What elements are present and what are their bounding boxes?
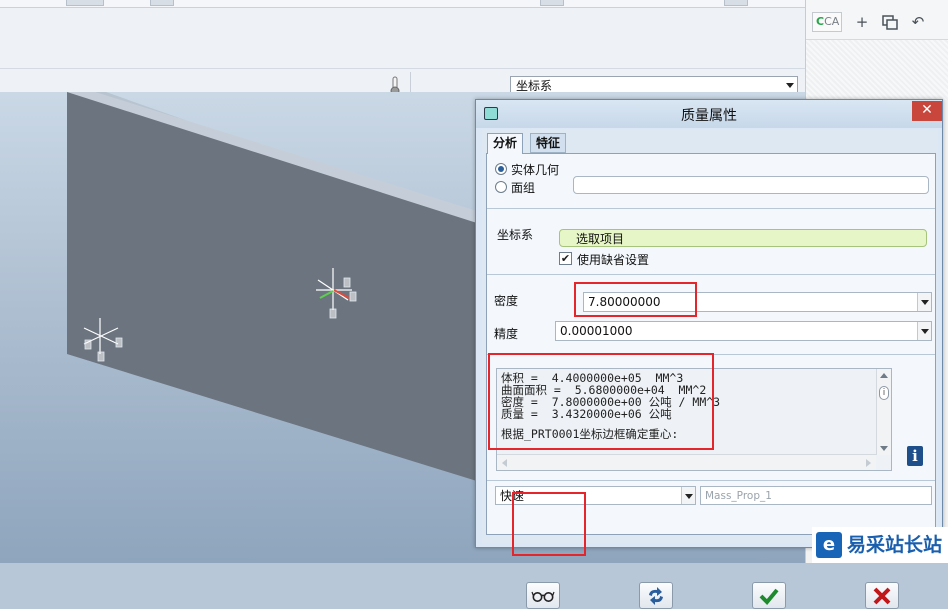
scroll-right-icon[interactable] [866, 459, 871, 467]
results-highlight-box [488, 353, 714, 450]
tab-analysis[interactable]: 分析 [487, 133, 524, 154]
ok-button[interactable] [752, 582, 786, 609]
dialog-title: 质量属性 [681, 108, 737, 124]
ribbon-button[interactable] [66, 0, 104, 6]
right-panel-toolbar: CCA + ↶ [806, 0, 948, 40]
toolbar-divider [0, 68, 805, 69]
chevron-down-icon[interactable] [917, 322, 931, 340]
density-highlight-box [574, 282, 697, 317]
dialog-client: 分析 特征 实体几何 面组 坐标系 选取项目 ✔ 使用缺省设置 密度 7.800… [482, 129, 938, 543]
watermark-logo: e [816, 532, 842, 558]
solid-geometry-label: 实体几何 [511, 163, 560, 177]
coordinate-system-dropdown-value: 坐标系 [516, 79, 553, 93]
window-copy-icon[interactable] [880, 12, 900, 32]
right-panel-background [806, 40, 948, 100]
watermark: e 易采站长站 [812, 527, 948, 563]
undo-icon[interactable]: ↶ [908, 12, 928, 32]
ribbon-button[interactable] [150, 0, 174, 6]
cancel-button[interactable] [865, 582, 899, 609]
plus-icon[interactable]: + [852, 12, 872, 32]
check-icon [759, 588, 779, 605]
preview-button[interactable] [526, 582, 560, 609]
solid-geometry-radio[interactable] [495, 163, 507, 175]
analysis-name-field[interactable]: Mass_Prop_1 [700, 486, 932, 505]
horizontal-scrollbar[interactable] [497, 454, 876, 470]
cad-tab[interactable]: CCA [812, 12, 842, 32]
use-default-label: 使用缺省设置 [577, 253, 650, 267]
divider [487, 274, 935, 275]
accuracy-input[interactable]: 0.00001000 [555, 321, 932, 341]
regenerate-icon [649, 587, 663, 605]
info-icon[interactable]: i [907, 446, 923, 466]
chevron-down-icon [681, 487, 695, 504]
cad-logo-icon: C [816, 15, 825, 28]
chevron-down-icon[interactable] [917, 293, 931, 311]
scroll-left-icon[interactable] [502, 459, 507, 467]
close-button[interactable]: ✕ [912, 101, 942, 121]
quilt-radio[interactable] [495, 181, 507, 193]
vertical-scrollbar[interactable]: i [876, 369, 891, 455]
toolbar: 坐标系 [0, 8, 805, 98]
watermark-text: 易采站长站 [847, 534, 943, 556]
divider [487, 480, 935, 481]
quilt-selection-field[interactable] [573, 176, 929, 194]
close-icon: ✕ [921, 102, 933, 118]
mass-properties-dialog: 质量属性 ✕ 分析 特征 实体几何 面组 坐标系 选取项目 ✔ 使用缺省设置 密… [475, 99, 943, 609]
scroll-up-icon[interactable] [880, 373, 888, 378]
dialog-titlebar[interactable]: 质量属性 ✕ [476, 100, 942, 128]
ribbon-button[interactable] [724, 0, 748, 6]
cad-tab-label: CA [824, 15, 840, 28]
cross-icon [873, 587, 891, 605]
divider [487, 208, 935, 209]
analysis-panel: 实体几何 面组 坐标系 选取项目 ✔ 使用缺省设置 密度 7.80000000 … [486, 153, 936, 535]
coordinate-system-selector[interactable]: 选取项目 [559, 229, 927, 247]
repaint-button[interactable] [639, 582, 673, 609]
quilt-label: 面组 [511, 181, 536, 195]
chevron-down-icon [786, 83, 794, 88]
preview-highlight-box [512, 492, 586, 556]
use-default-checkbox[interactable]: ✔ [559, 252, 572, 265]
scroll-thumb[interactable]: i [879, 386, 889, 400]
glasses-icon [531, 591, 555, 602]
accuracy-label: 精度 [494, 327, 519, 341]
tab-feature[interactable]: 特征 [530, 133, 567, 153]
accuracy-value: 0.00001000 [560, 324, 633, 338]
coordinate-system-label: 坐标系 [497, 228, 534, 242]
scroll-down-icon[interactable] [880, 446, 888, 451]
ribbon-button[interactable] [540, 0, 564, 6]
density-label: 密度 [494, 294, 519, 308]
ribbon-strip [0, 0, 805, 8]
